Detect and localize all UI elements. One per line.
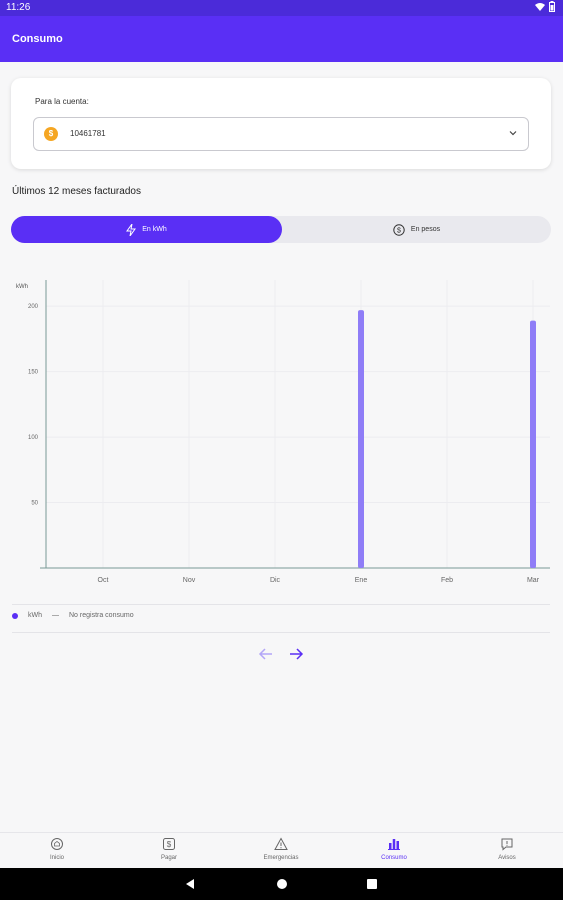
- lightning-icon: [126, 223, 137, 236]
- account-value: 10461781: [70, 129, 106, 138]
- account-label: Para la cuenta:: [35, 97, 89, 106]
- account-select[interactable]: $ 10461781: [33, 117, 529, 151]
- nav-label-consumo: Consumo: [381, 855, 407, 861]
- dollar-circle-icon: $: [393, 223, 405, 236]
- y-tick-label: 50: [31, 501, 38, 507]
- tab-kwh-label: En kWh: [142, 226, 167, 233]
- bar-mar: [530, 320, 536, 568]
- nav-label-emergencias: Emergencias: [263, 855, 299, 861]
- nav-label-avisos: Avisos: [498, 855, 516, 861]
- nav-item-emergencias[interactable]: Emergencias: [251, 837, 311, 861]
- bar-chart-icon: [388, 839, 400, 850]
- dollar-square-icon: $: [163, 838, 175, 850]
- status-icons: [535, 1, 555, 12]
- page-title: Consumo: [12, 33, 63, 45]
- legend-no-data: No registra consumo: [69, 612, 134, 619]
- chart-pager: [258, 647, 304, 661]
- divider-top: [12, 604, 550, 605]
- svg-text:$: $: [397, 227, 401, 234]
- wifi-icon: [535, 2, 545, 11]
- nav-item-inicio[interactable]: Inicio: [27, 837, 87, 861]
- bar-ene: [358, 310, 364, 568]
- nav-label-inicio: Inicio: [49, 855, 64, 861]
- chevron-down-icon: [509, 131, 517, 136]
- status-bar: 11:26: [0, 0, 563, 16]
- consumption-chart: 50 100 150 200 kWh Oct Nov Dic Ene Feb Mar: [0, 270, 563, 600]
- tab-pesos-label: En pesos: [410, 226, 441, 233]
- legend-kwh: kWh: [28, 612, 42, 619]
- chart-svg: 50 100 150 200 kWh Oct Nov Dic Ene Feb Mar: [16, 280, 550, 584]
- x-tick-label: Dic: [270, 577, 281, 584]
- chart-legend: kWh No registra consumo: [12, 612, 134, 619]
- bottom-nav: Inicio $ Pagar Emergencias Consumo Aviso…: [0, 832, 563, 869]
- status-time: 11:26: [6, 2, 31, 13]
- tab-kwh[interactable]: En kWh: [11, 216, 282, 243]
- tab-pesos[interactable]: $ En pesos: [282, 216, 551, 243]
- nav-item-consumo[interactable]: Consumo: [364, 837, 424, 861]
- y-tick-label: 200: [28, 304, 39, 310]
- x-tick-label: Oct: [98, 577, 109, 584]
- x-tick-label: Mar: [527, 577, 540, 584]
- recents-icon[interactable]: [366, 878, 378, 890]
- unit-toggle: En kWh $ En pesos: [11, 216, 551, 243]
- y-tick-label: 100: [28, 435, 39, 441]
- arrow-right-icon[interactable]: [288, 647, 304, 661]
- coin-icon: $: [44, 127, 58, 141]
- nav-label-pagar: Pagar: [160, 855, 177, 861]
- legend-kwh-dot: [12, 612, 18, 619]
- app-bar: Consumo: [0, 16, 563, 62]
- arrow-left-icon[interactable]: [258, 647, 274, 661]
- section-title: Últimos 12 meses facturados: [12, 186, 141, 197]
- x-tick-label: Ene: [355, 577, 368, 584]
- account-card: Para la cuenta: $ 10461781: [11, 78, 551, 169]
- x-tick-label: Feb: [441, 577, 453, 584]
- divider-bottom: [12, 632, 550, 633]
- nav-item-avisos[interactable]: Avisos: [477, 837, 537, 861]
- nav-item-pagar[interactable]: $ Pagar: [139, 837, 199, 861]
- y-tick-label: 150: [28, 370, 39, 376]
- battery-icon: [549, 1, 555, 12]
- x-tick-label: Nov: [183, 577, 196, 584]
- message-alert-icon: [501, 838, 513, 851]
- y-axis-label: kWh: [16, 284, 28, 290]
- home-circle-icon[interactable]: [276, 878, 288, 890]
- back-icon[interactable]: [184, 878, 196, 890]
- warning-icon: [274, 837, 288, 850]
- home-icon: [51, 838, 63, 850]
- legend-no-data-dash: [52, 615, 59, 616]
- system-nav-bar: [0, 868, 563, 900]
- svg-text:$: $: [167, 840, 172, 849]
